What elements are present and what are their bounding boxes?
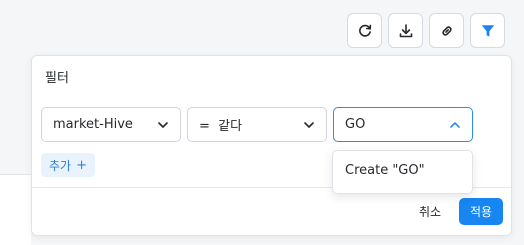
filter-button[interactable] <box>470 13 505 48</box>
refresh-button[interactable] <box>347 13 382 48</box>
cancel-button[interactable]: 취소 <box>419 203 441 220</box>
filter-icon <box>480 23 496 39</box>
copy-link-button[interactable] <box>429 13 464 48</box>
field-select[interactable]: market-Hive <box>41 107 181 142</box>
value-select-value: GO <box>345 117 366 132</box>
chevron-down-icon <box>156 118 170 136</box>
chevron-down-icon <box>302 118 316 136</box>
add-condition-label: 추가 <box>49 158 72 173</box>
create-option[interactable]: Create "GO" <box>345 163 425 178</box>
operator-select[interactable]: = 같다 <box>187 107 327 142</box>
download-button[interactable] <box>388 13 423 48</box>
field-select-value: market-Hive <box>53 117 133 132</box>
panel-title: 필터 <box>45 71 69 86</box>
operator-select-value: = 같다 <box>199 119 243 134</box>
add-condition-button[interactable]: 추가 + <box>41 153 95 177</box>
value-dropdown-menu: Create "GO" <box>332 150 473 194</box>
filter-panel: 필터 market-Hive = 같다 GO 추가 + 취소 적용 <box>31 55 512 236</box>
refresh-icon <box>357 23 373 39</box>
chevron-up-icon <box>448 118 462 136</box>
value-select[interactable]: GO <box>333 107 473 142</box>
page: 필터 market-Hive = 같다 GO 추가 + 취소 적용 Create… <box>0 0 524 245</box>
link-icon <box>439 23 455 39</box>
plus-icon: + <box>76 157 87 173</box>
download-icon <box>398 23 414 39</box>
apply-button[interactable]: 적용 <box>459 198 503 225</box>
background-content <box>0 174 31 245</box>
